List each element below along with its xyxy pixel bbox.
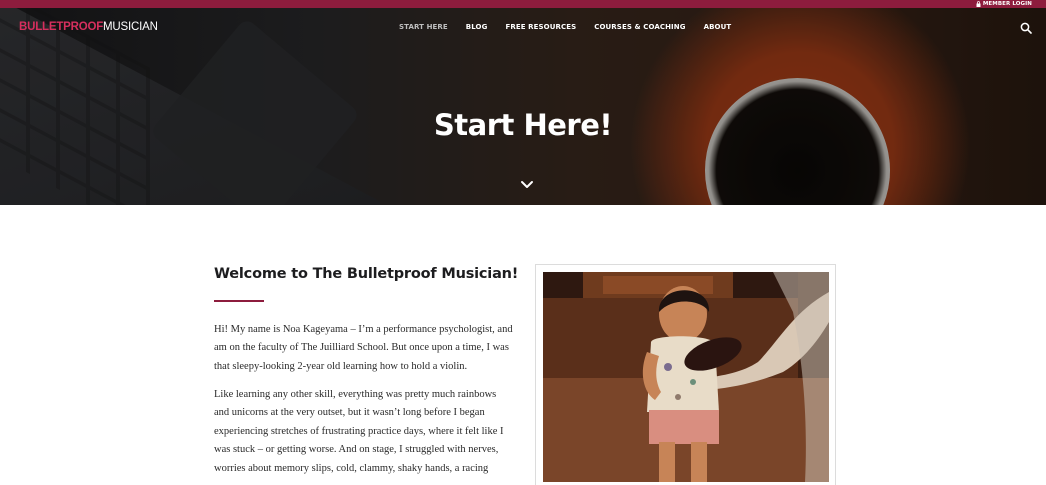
main-nav: START HERE BLOG FREE RESOURCES COURSES &… — [399, 23, 731, 31]
welcome-heading: Welcome to The Bulletproof Musician! — [214, 266, 519, 282]
site-logo[interactable]: BULLETPROOFMUSICIAN — [19, 21, 158, 33]
top-strip: MEMBER LOGIN — [0, 0, 1046, 8]
chevron-down-icon[interactable] — [520, 180, 534, 190]
member-login-link[interactable]: MEMBER LOGIN — [976, 0, 1032, 8]
story-paragraph: Like learning any other skill, everythin… — [214, 389, 504, 474]
nav-about[interactable]: ABOUT — [704, 23, 732, 31]
intro-paragraph: Hi! My name is Noa Kageyama – I’m a perf… — [214, 324, 513, 372]
logo-part-bulletproof: BULLETPROOF — [19, 21, 104, 33]
photo-frame — [535, 264, 836, 485]
hero-overlay — [0, 8, 1046, 205]
nav-start-here[interactable]: START HERE — [399, 23, 448, 31]
search-icon[interactable] — [1020, 22, 1032, 34]
lock-icon — [976, 1, 981, 7]
hero-banner — [0, 8, 1046, 205]
nav-blog[interactable]: BLOG — [466, 23, 488, 31]
child-violin-photo — [543, 272, 829, 482]
logo-part-musician: MUSICIAN — [103, 21, 158, 33]
heading-divider — [214, 300, 264, 302]
nav-free-resources[interactable]: FREE RESOURCES — [505, 23, 576, 31]
page-title: Start Here! — [433, 108, 613, 142]
photo-illustration — [543, 272, 829, 482]
nav-courses-coaching[interactable]: COURSES & COACHING — [594, 23, 685, 31]
member-login-label: MEMBER LOGIN — [982, 1, 1032, 7]
